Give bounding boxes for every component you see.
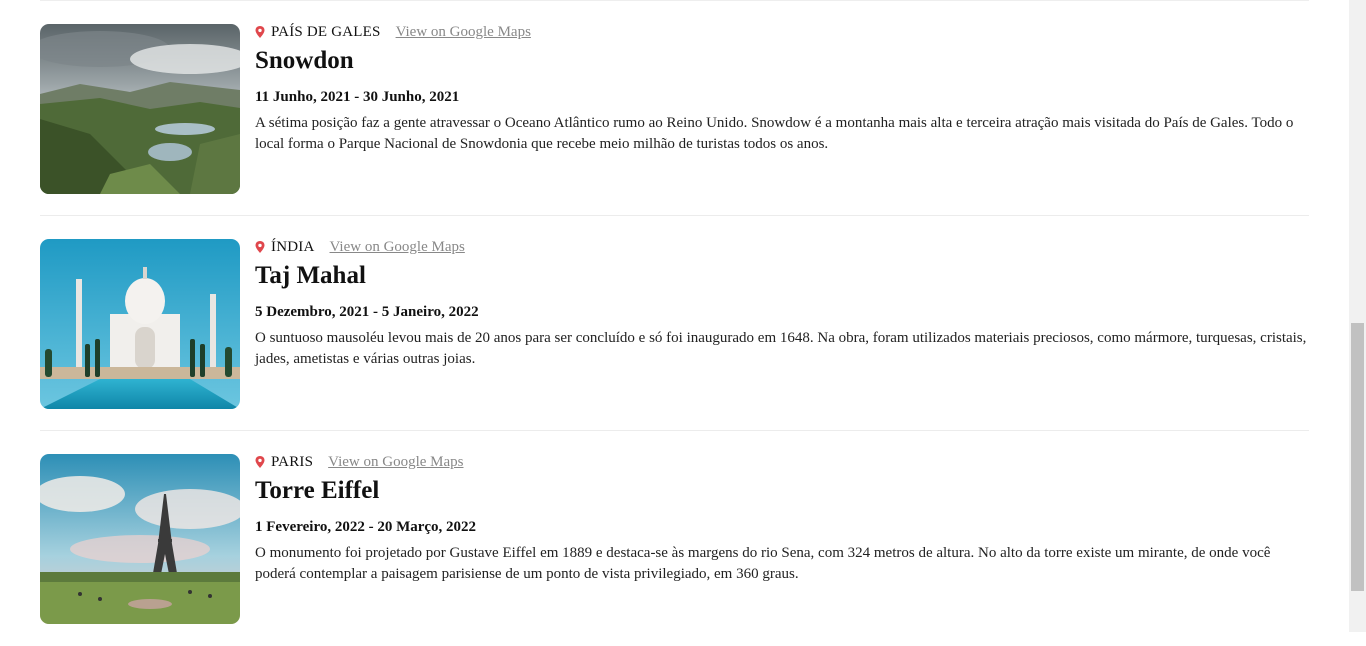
entry-info: ÍNDIA View on Google Maps Taj Mahal 5 De… <box>255 239 1309 369</box>
vertical-scrollbar[interactable] <box>1349 0 1366 632</box>
list-item: PARIS View on Google Maps Torre Eiffel 1… <box>40 454 1309 646</box>
entry-info: PAÍS DE GALES View on Google Maps Snowdo… <box>255 24 1309 154</box>
country-label: PAÍS DE GALES <box>271 23 381 40</box>
location-line: PAÍS DE GALES View on Google Maps <box>255 24 1309 40</box>
list-item: ÍNDIA View on Google Maps Taj Mahal 5 De… <box>40 239 1309 431</box>
location-line: ÍNDIA View on Google Maps <box>255 239 1309 255</box>
google-maps-link[interactable]: View on Google Maps <box>328 454 463 471</box>
entry-title: Torre Eiffel <box>255 477 380 504</box>
scrollbar-thumb[interactable] <box>1351 323 1364 591</box>
country-label: PARIS <box>271 453 314 470</box>
entry-title: Taj Mahal <box>255 262 366 289</box>
entry-divider <box>40 430 1309 431</box>
country-label: ÍNDIA <box>271 238 315 255</box>
entry-description: A sétima posição faz a gente atravessar … <box>255 115 1294 152</box>
entry-description: O monumento foi projetado por Gustave Ei… <box>255 545 1271 582</box>
list-item: PAÍS DE GALES View on Google Maps Snowdo… <box>40 24 1309 216</box>
entry-divider <box>40 215 1309 216</box>
location-line: PARIS View on Google Maps <box>255 454 1309 470</box>
entry-dates: 11 Junho, 2021 - 30 Junho, 2021 <box>255 89 460 105</box>
google-maps-link[interactable]: View on Google Maps <box>396 24 531 41</box>
travel-list: PAÍS DE GALES View on Google Maps Snowdo… <box>0 0 1349 632</box>
snowdon-photo[interactable] <box>40 24 240 194</box>
map-pin-icon <box>255 26 265 38</box>
entry-description: O suntuoso mausoléu levou mais de 20 ano… <box>255 330 1307 367</box>
entry-dates: 1 Fevereiro, 2022 - 20 Março, 2022 <box>255 519 477 535</box>
eiffel-tower-photo[interactable] <box>40 454 240 624</box>
map-pin-icon <box>255 241 265 253</box>
entry-title: Snowdon <box>255 47 354 74</box>
top-divider <box>40 0 1309 1</box>
entry-info: PARIS View on Google Maps Torre Eiffel 1… <box>255 454 1309 584</box>
entry-dates: 5 Dezembro, 2021 - 5 Janeiro, 2022 <box>255 304 479 320</box>
taj-mahal-photo[interactable] <box>40 239 240 409</box>
map-pin-icon <box>255 456 265 468</box>
google-maps-link[interactable]: View on Google Maps <box>330 239 465 256</box>
